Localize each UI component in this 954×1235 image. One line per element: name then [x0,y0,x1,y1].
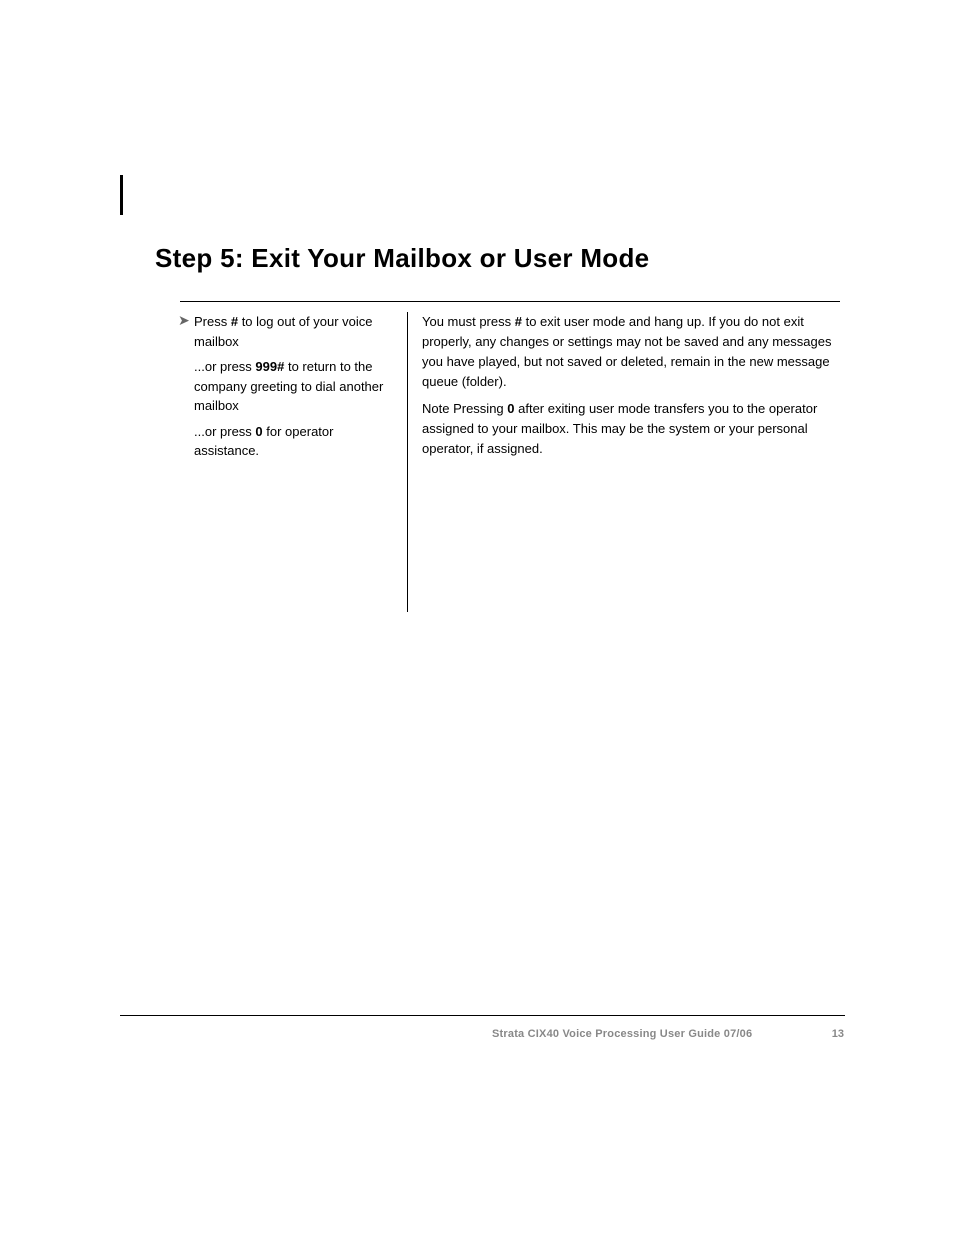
right-paragraph-1: You must press # to exit user mode and h… [422,312,840,393]
right-column: You must press # to exit user mode and h… [408,312,840,612]
left-instruction-2: ...or press 999# to return to the compan… [194,357,395,416]
two-column-layout: ➤ Press # to log out of your voice mailb… [180,312,840,612]
footer-rule [120,1015,845,1016]
change-bar [120,175,123,215]
horizontal-rule [180,301,840,302]
text-you-must-press: You must press [422,314,515,329]
note-label: Note [422,401,453,416]
left-instruction-1: Press # to log out of your voice mailbox [194,312,395,351]
right-note: Note Pressing 0 after exiting user mode … [422,399,840,459]
text-or-press-2: ...or press [194,424,255,439]
footer-guide-text: Strata CIX40 Voice Processing User Guide… [492,1028,752,1040]
key-pound-right: # [515,314,522,329]
left-instruction-3: ...or press 0 for operator assistance. [194,422,395,461]
text-press: Press [194,314,231,329]
text-or-press-1: ...or press [194,359,255,374]
page-number: 13 [832,1028,844,1040]
page-title: Step 5: Exit Your Mailbox or User Mode [155,243,649,274]
key-zero-right: 0 [507,401,514,416]
key-zero-left: 0 [255,424,262,439]
content-area: ➤ Press # to log out of your voice mailb… [180,301,840,612]
arrow-icon: ➤ [178,312,190,329]
text-note-pressing: Pressing [453,401,507,416]
key-999pound: 999# [255,359,284,374]
left-column: ➤ Press # to log out of your voice mailb… [180,312,408,612]
key-pound: # [231,314,238,329]
